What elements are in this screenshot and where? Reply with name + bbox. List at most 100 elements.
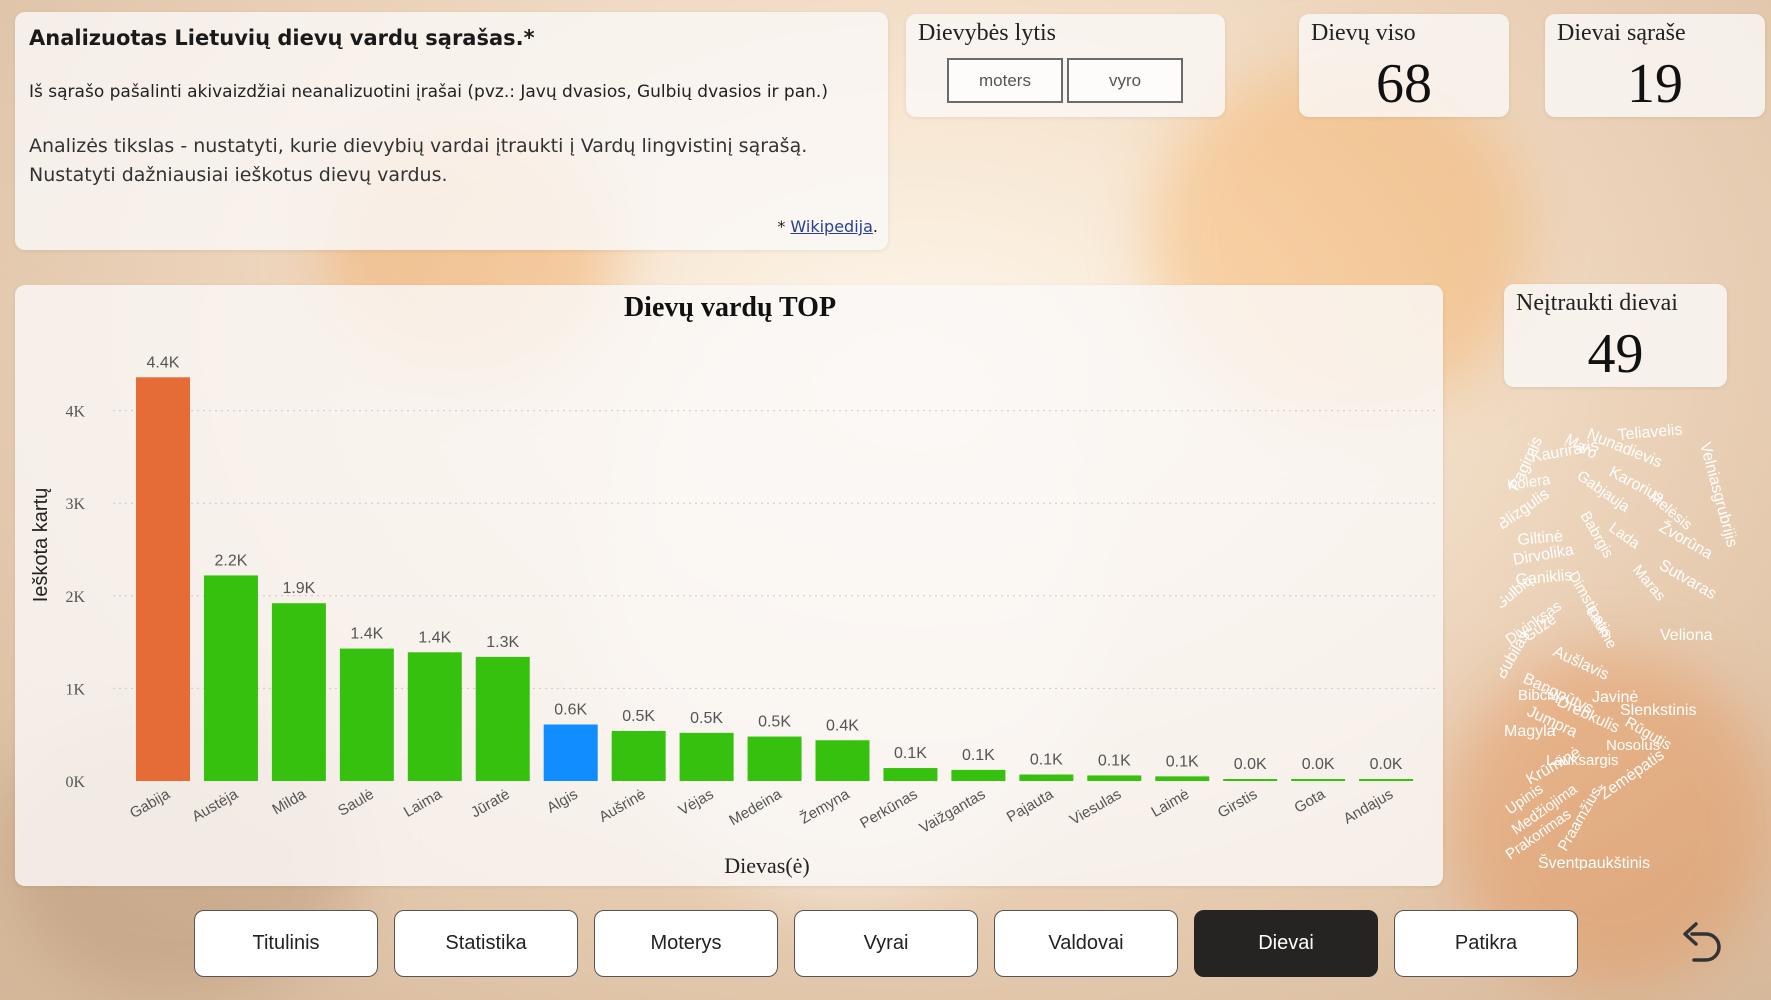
bar-gota[interactable] [1291,779,1346,781]
kpi-excluded-label: Neįtraukti dievai [1516,290,1678,316]
data-label: 0.1K [1098,752,1131,769]
info-title: Analizuotas Lietuvių dievų vardų sąrašas… [29,26,535,50]
source-prefix: * [777,217,791,236]
gender-slicer: Dievybės lytis moters vyro [906,14,1225,117]
bar-saulė[interactable] [339,648,394,781]
bar-girstis[interactable] [1223,779,1278,781]
kpi-total-label: Dievų viso [1311,20,1416,46]
word-cloud-term[interactable]: Lauksargis [1546,752,1619,769]
bar-laimė[interactable] [1155,776,1210,781]
bar-jūratė[interactable] [475,656,530,781]
wikipedia-link[interactable]: Wikipedija [790,217,872,236]
kpi-in-list-card: Dievai sąraše 19 [1545,14,1765,117]
x-tick-label: Milda [269,785,309,818]
x-tick-label: Andajus [1341,786,1396,828]
bar-austėja[interactable] [203,575,258,781]
chart-x-axis-label: Dievas(ė) [724,853,810,878]
nav-button-statistika[interactable]: Statistika [394,910,578,977]
data-label: 1.4K [418,629,451,646]
data-label: 0.5K [622,708,655,725]
nav-button-vyrai[interactable]: Vyrai [794,910,978,977]
word-cloud: Pagirnis MaroNunadievisTeliavelisKaurirar… [1500,421,1740,870]
data-label: 0.1K [894,745,927,762]
word-cloud-term[interactable]: Veliona [1660,627,1713,644]
data-label: 0.1K [1166,753,1199,770]
y-tick-label: 0K [65,774,85,791]
data-label: 0.4K [826,717,859,734]
word-cloud-term[interactable]: Teliavelis [1617,421,1683,444]
undo-arrow-icon[interactable] [1672,912,1728,968]
info-goal-line-1: Analizės tikslas - nustatyti, kurie diev… [29,135,808,157]
kpi-total-card: Dievų viso 68 [1299,14,1509,117]
data-label: 1.4K [350,626,383,643]
x-tick-label: Pajauta [1004,785,1057,825]
data-label: 2.2K [214,552,247,569]
data-label: 1.9K [282,580,315,597]
bar-gabija[interactable] [136,377,190,781]
x-tick-label: Algis [544,786,581,817]
x-tick-label: Žemyna [797,785,853,827]
bar-perkūnas[interactable] [883,768,938,781]
bar-laima[interactable] [407,652,462,781]
bar-viesulas[interactable] [1087,775,1142,781]
x-tick-label: Girstis [1215,786,1260,822]
data-label: 0.5K [690,710,723,727]
nav-button-patikra[interactable]: Patikra [1394,910,1578,977]
info-source: * Wikipedija. [777,217,878,236]
nav-button-titulinis[interactable]: Titulinis [194,910,378,977]
kpi-excluded-card: Neįtraukti dievai 49 [1504,284,1727,387]
nav-button-dievai[interactable]: Dievai [1194,910,1378,977]
x-tick-label: Aušrinė [596,786,649,826]
x-tick-label: Vaižgantas [917,786,989,837]
bar-milda[interactable] [271,603,326,781]
gender-slicer-title: Dievybės lytis [918,20,1056,46]
info-goal-line-2: Nustatyti dažniausiai ieškotus dievų var… [29,164,448,186]
bar-aušrinė[interactable] [611,730,666,781]
x-tick-label: Laima [401,785,445,820]
x-tick-label: Gabija [127,785,174,822]
bar-chart: Dievų vardų TOP Ieškota kartų Dievas(ė) … [30,292,1435,878]
bar-vėjas[interactable] [679,732,734,781]
word-cloud-term[interactable]: Velniasgrubrijis [1696,441,1740,549]
info-note: Iš sąrašo pašalinti akivaizdžiai neanali… [29,82,828,102]
x-tick-label: Laimė [1148,786,1192,821]
chart-y-ticks: 0K 1K 2K 3K 4K [65,404,85,791]
data-label: 0.6K [554,702,587,719]
bar-pajauta[interactable] [1019,774,1074,781]
nav-button-valdovai[interactable]: Valdovai [994,910,1178,977]
info-goal: Analizės tikslas - nustatyti, kurie diev… [29,132,807,190]
kpi-in-list-label: Dievai sąraše [1557,20,1686,46]
x-tick-label: Vėjas [676,786,717,819]
chart-x-ticks: Gabija Austėja Milda Saulė Laima Jūratė Algis A… [127,785,1396,837]
data-label: 0.5K [758,714,791,731]
data-label: 0.0K [1302,756,1335,773]
data-label: 0.1K [962,747,995,764]
info-card: Analizuotas Lietuvių dievų vardų sąrašas… [15,12,888,250]
word-cloud-term[interactable]: Bibčių [1518,687,1559,704]
data-label: 4.4K [147,354,180,371]
nav-button-moterys[interactable]: Moterys [594,910,778,977]
data-label: 0.0K [1370,756,1403,773]
bar-andajus[interactable] [1359,779,1414,781]
bar-medeina[interactable] [747,736,802,781]
bar-algis[interactable] [543,724,598,781]
slicer-option-male[interactable]: vyro [1067,58,1183,103]
bar-žemyna[interactable] [815,740,870,781]
kpi-total-value: 68 [1376,53,1432,115]
chart-card: Dievų vardų TOP Ieškota kartų Dievas(ė) … [15,285,1443,886]
word-cloud-term[interactable]: Laume [1583,604,1621,652]
kpi-excluded-value: 49 [1587,323,1644,385]
x-tick-label: Perkūnas [857,786,920,832]
bar-vaižgantas[interactable] [951,769,1006,781]
word-cloud-term[interactable]: Šventpaukštinis [1538,853,1650,870]
y-tick-label: 2K [65,589,85,606]
word-cloud-term[interactable]: Aušlavis [1550,643,1611,684]
x-tick-label: Viesulas [1067,786,1124,829]
y-tick-label: 3K [65,496,85,513]
slicer-option-female[interactable]: moters [947,58,1063,103]
data-label: 1.3K [486,634,519,651]
y-tick-label: 1K [65,681,85,698]
x-tick-label: Medeina [726,785,785,829]
x-tick-label: Austėja [189,785,241,825]
chart-title: Dievų vardų TOP [624,292,836,323]
